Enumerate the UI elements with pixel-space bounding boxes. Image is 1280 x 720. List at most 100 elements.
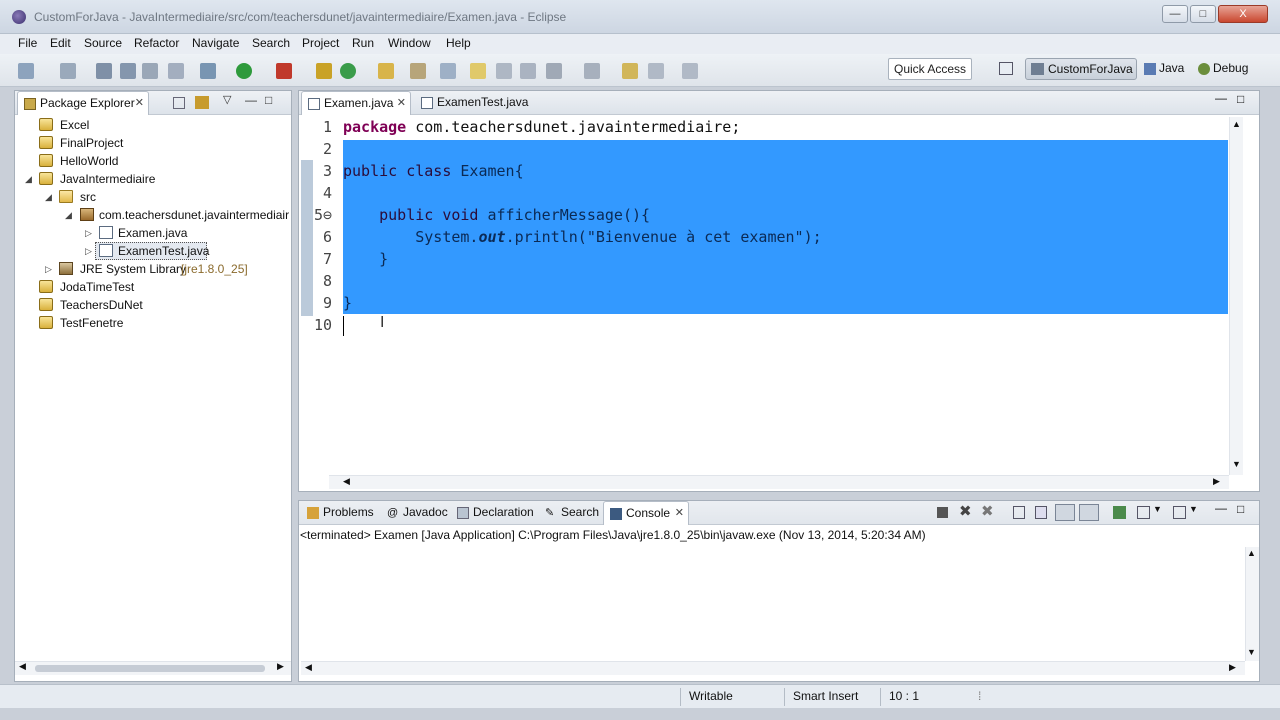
tab-declaration[interactable]: Declaration [451,501,539,525]
scroll-left-icon[interactable]: ◀ [19,661,26,672]
scroll-thumb[interactable] [35,665,265,672]
remove-all-icon[interactable]: ✖ [981,502,994,520]
perspective-debug[interactable]: Debug [1196,58,1256,80]
tab-search[interactable]: ✎ Search [539,501,601,525]
scroll-right-icon[interactable]: ▶ [277,661,284,672]
scroll-left-icon[interactable]: ◀ [343,476,350,487]
tab-examentest-java[interactable]: ExamenTest.java [415,91,531,115]
code-line[interactable]: 6 System.out.println("Bienvenue à cet ex… [298,226,1229,248]
menu-help[interactable]: Help [446,36,471,50]
menu-navigate[interactable]: Navigate [192,36,239,50]
debug-icon[interactable] [200,63,216,79]
menu-project[interactable]: Project [302,36,339,50]
show-whitespace-icon[interactable] [546,63,562,79]
console-vertical-scrollbar[interactable]: ▲ ▼ [1245,547,1259,661]
remove-launch-icon[interactable]: ✖ [959,502,972,520]
collapse-all-icon[interactable] [173,97,185,109]
dropdown-icon[interactable]: ▼ [1189,504,1198,514]
show-on-error-icon[interactable] [1079,504,1099,521]
last-edit-icon[interactable] [622,63,638,79]
close-view-icon[interactable]: ✕ [135,92,144,115]
code-line[interactable]: 10 [298,314,1229,336]
new-class-icon[interactable] [340,63,356,79]
scroll-down-icon[interactable]: ▼ [1247,647,1256,657]
close-button[interactable]: X [1218,5,1268,23]
menu-window[interactable]: Window [388,36,431,50]
minimize-editor-icon[interactable]: — [1215,91,1227,105]
scroll-up-icon[interactable]: ▲ [1247,548,1256,558]
show-on-output-icon[interactable] [1055,504,1075,521]
tree-item-finalproject[interactable]: FinalProject [15,134,285,152]
save-all-icon[interactable] [120,63,136,79]
scroll-up-icon[interactable]: ▲ [1232,119,1241,129]
tree-item-examentest-java[interactable]: ▷ ExamenTest.java [15,242,285,260]
new-icon[interactable] [18,63,34,79]
scroll-left-icon[interactable]: ◀ [305,662,312,673]
tree-item-package[interactable]: ◢ com.teachersdunet.javaintermediair [15,206,289,224]
expanded-twisty-icon[interactable]: ◢ [65,206,75,224]
collapsed-twisty-icon[interactable]: ▷ [85,224,95,242]
mark-icon[interactable] [470,63,486,79]
tree-item-javaintermediaire[interactable]: ◢ JavaIntermediaire [15,170,285,188]
scroll-down-icon[interactable]: ▼ [1232,459,1241,469]
close-tab-icon[interactable]: ✕ [397,92,406,115]
code-line[interactable]: 7 } [298,248,1229,270]
tree-item-src[interactable]: ◢ src [15,188,285,206]
open-icon[interactable] [60,63,76,79]
maximize-view-icon[interactable]: □ [1237,502,1244,516]
maximize-view-icon[interactable]: □ [265,93,272,107]
tree-item-excel[interactable]: Excel [15,116,285,134]
menu-file[interactable]: File [18,36,37,50]
tree-item-examen-java[interactable]: ▷ Examen.java [15,224,285,242]
scroll-right-icon[interactable]: ▶ [1229,662,1236,673]
settings-icon[interactable] [168,63,184,79]
menu-refactor[interactable]: Refactor [134,36,179,50]
menu-edit[interactable]: Edit [50,36,71,50]
quick-access-field[interactable]: Quick Access [888,58,972,80]
tree-item-helloworld[interactable]: HelloWorld [15,152,285,170]
minimize-view-icon[interactable]: — [1215,501,1227,515]
code-line[interactable]: 3 public class Examen{ [298,160,1229,182]
code-line[interactable]: 2 [298,138,1229,160]
editor-horizontal-scrollbar[interactable]: ◀ ▶ [329,475,1229,489]
print-icon[interactable] [142,63,158,79]
clear-console-icon[interactable] [1013,506,1025,519]
perspective-customforjava[interactable]: CustomForJava [1025,58,1137,80]
next-annotation-icon[interactable] [584,63,600,79]
toggle-icon[interactable] [496,63,512,79]
minimize-button[interactable]: — [1162,5,1188,23]
new-java-project-icon[interactable] [316,63,332,79]
expanded-twisty-icon[interactable]: ◢ [45,188,55,206]
code-area[interactable]: 1 package com.teachersdunet.javaintermedi… [298,116,1229,346]
close-view-icon[interactable]: ✕ [675,502,684,525]
scroll-lock-icon[interactable] [1035,506,1047,519]
maximize-editor-icon[interactable]: □ [1237,92,1244,106]
editor-vertical-scrollbar[interactable]: ▲ ▼ [1229,117,1243,475]
pin-console-icon[interactable] [1113,506,1126,519]
search-icon[interactable] [410,63,426,79]
back-icon[interactable] [648,63,664,79]
link-with-editor-icon[interactable] [195,96,209,109]
annotation-icon[interactable] [440,63,456,79]
tab-javadoc[interactable]: @ Javadoc [381,501,451,525]
open-type-icon[interactable] [378,63,394,79]
tree-item-testfenetre[interactable]: TestFenetre [15,314,285,332]
menu-source[interactable]: Source [84,36,122,50]
forward-icon[interactable] [682,63,698,79]
maximize-button[interactable]: □ [1190,5,1216,23]
block-icon[interactable] [520,63,536,79]
code-line[interactable]: 1 package com.teachersdunet.javaintermedi… [298,116,1229,138]
code-line[interactable]: 8 [298,270,1229,292]
code-line[interactable]: 4 [298,182,1229,204]
tab-console[interactable]: Console ✕ [603,501,689,525]
scroll-right-icon[interactable]: ▶ [1213,476,1220,487]
open-console-icon[interactable] [1173,506,1186,519]
explorer-horizontal-scrollbar[interactable]: ◀ ▶ [15,661,291,675]
run-icon[interactable] [236,63,252,79]
console-horizontal-scrollbar[interactable]: ◀ ▶ [301,661,1245,675]
tree-item-teachersdunet[interactable]: TeachersDuNet [15,296,285,314]
tree-item-jodatimetest[interactable]: JodaTimeTest [15,278,285,296]
menu-search[interactable]: Search [252,36,290,50]
tree-item-jre-library[interactable]: ▷ JRE System Library [jre1.8.0_25] [15,260,285,278]
console-output[interactable]: <terminated> Examen [Java Application] C… [300,528,926,542]
